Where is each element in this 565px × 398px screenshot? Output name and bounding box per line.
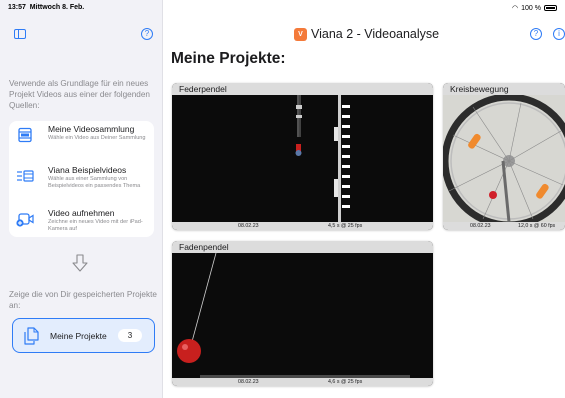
project-footer: 08.02.23 4,6 s @ 25 fps [172, 378, 433, 386]
source-sample-videos[interactable]: Viana Beispielvideos Wähle aus einer Sam… [9, 162, 154, 198]
project-footer: 08.02.23 4,5 s @ 25 fps [172, 222, 433, 230]
my-projects-button[interactable]: Meine Projekte 3 [12, 318, 155, 353]
source-list: Meine Videosammlung Wähle ein Video aus … [9, 121, 154, 237]
battery-percent: 100 % [521, 4, 541, 12]
wifi-icon: ◠ [512, 5, 519, 12]
video-thumbnail [443, 95, 565, 222]
video-thumbnail [172, 95, 433, 222]
question-circle-icon[interactable]: ? [141, 28, 153, 40]
status-bar: 13:57 Mittwoch 8. Feb. [0, 0, 565, 14]
sidebar: 13:57 Mittwoch 8. Feb. ? Verwende als Gr… [0, 0, 163, 398]
battery-icon [544, 5, 557, 11]
project-title: Kreisbewegung [443, 83, 565, 95]
project-duration: 4,6 s @ 25 fps [328, 379, 363, 385]
arrow-down-icon [72, 254, 88, 272]
project-date: 08.02.23 [238, 379, 259, 385]
question-circle-icon[interactable]: ? [530, 28, 542, 40]
source-record-video[interactable]: Video aufnehmen Zeichne ein neues Video … [9, 205, 154, 241]
project-card-fadenpendel[interactable]: Fadenpendel 08.02.23 4,6 s @ 25 fps [172, 241, 433, 386]
source-description: Zeichne ein neues Video mit der iPad-Kam… [48, 219, 143, 232]
source-description: Wähle aus einer Sammlung von Beispielvid… [48, 176, 141, 189]
project-date: 08.02.23 [238, 223, 259, 229]
viana-app-icon: V [294, 28, 307, 41]
project-card-kreisbewegung[interactable]: Kreisbewegung 08.02.23 12,0 s @ 60 fps [443, 83, 565, 230]
info-circle-icon[interactable]: i [553, 28, 565, 40]
video-camera-icon [16, 213, 34, 227]
project-duration: 4,5 s @ 25 fps [328, 223, 363, 229]
project-duration: 12,0 s @ 60 fps [518, 223, 556, 229]
page-title: Meine Projekte: [171, 50, 286, 67]
source-description: Wähle ein Video aus Deiner Sammlung [48, 135, 146, 141]
project-title: Fadenpendel [172, 241, 433, 253]
source-title: Video aufnehmen [48, 208, 115, 218]
project-count-badge: 3 [118, 329, 142, 342]
my-projects-label: Meine Projekte [50, 331, 107, 341]
project-footer: 08.02.23 12,0 s @ 60 fps [443, 222, 565, 230]
app-title: Viana 2 - Videoanalyse [311, 27, 440, 41]
video-thumbnail [172, 253, 433, 378]
sidebar-icon[interactable] [14, 29, 26, 39]
project-date: 08.02.23 [470, 223, 491, 229]
list-film-icon [17, 170, 34, 182]
film-icon [18, 127, 32, 143]
project-title: Federpendel [172, 83, 433, 95]
status-time: 13:57 Mittwoch 8. Feb. [8, 4, 85, 11]
source-title: Meine Videosammlung [48, 124, 135, 134]
project-card-federpendel[interactable]: Federpendel 08.02.23 4,5 s @ 25 fps [172, 83, 433, 230]
documents-icon [24, 327, 39, 345]
source-title: Viana Beispielvideos [48, 165, 127, 175]
saved-projects-intro-text: Zeige die von Dir gespeicherten Projekte… [9, 290, 157, 310]
status-indicators: ◠ 100 % [512, 4, 557, 12]
source-my-videos[interactable]: Meine Videosammlung Wähle ein Video aus … [9, 121, 154, 157]
sources-intro-text: Verwende als Grundlage für ein neues Pro… [9, 79, 150, 110]
